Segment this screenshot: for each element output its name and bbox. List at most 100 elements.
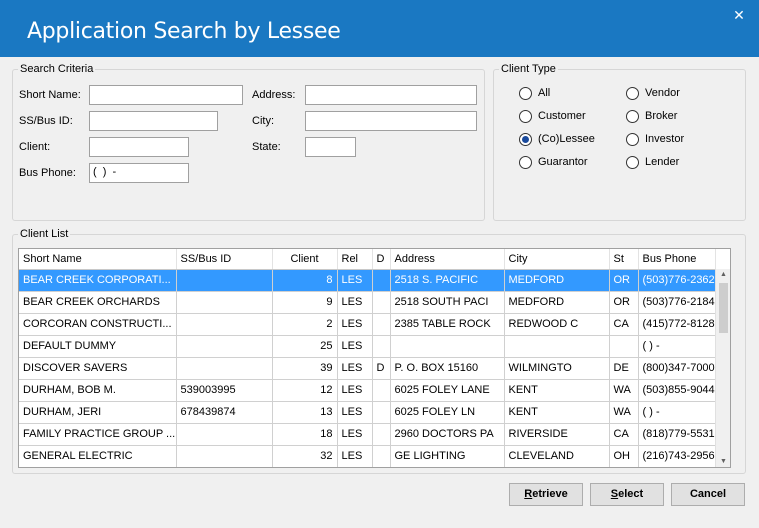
client-label: Client: (19, 141, 51, 153)
table-cell (372, 401, 391, 424)
radio-co-lessee[interactable]: (Co)Lessee (519, 131, 595, 147)
retrieve-label: etrieve (532, 488, 568, 500)
table-row[interactable]: BEAR CREEK CORPORATI... 8 LES 2518 S. PACIF… (19, 269, 716, 292)
column-header[interactable]: SS/Bus ID (176, 249, 273, 270)
table-cell: D (372, 357, 391, 380)
table-cell (372, 269, 391, 292)
city-label: City: (252, 115, 274, 127)
table-cell: LES (337, 269, 373, 292)
table-cell: LES (337, 401, 373, 424)
close-icon[interactable]: ✕ (729, 5, 749, 25)
client-list-legend: Client List (20, 228, 69, 240)
scroll-thumb[interactable] (719, 283, 728, 333)
search-criteria-legend: Search Criteria (20, 63, 94, 75)
table-cell (372, 335, 391, 358)
table-cell: OR (609, 291, 639, 314)
table-cell (176, 269, 273, 292)
table-cell (372, 313, 391, 336)
ss-bus-id-input[interactable] (89, 111, 218, 131)
short-name-input[interactable] (89, 85, 243, 105)
bus-phone-input[interactable]: ( ) - (89, 163, 189, 183)
radio-circle-icon (626, 109, 639, 123)
table-cell: GENERAL ELECTRIC (19, 445, 177, 467)
column-header[interactable]: City (504, 249, 610, 270)
vertical-scrollbar[interactable]: ▲ ▼ (715, 269, 730, 467)
radio-circle-icon (519, 86, 532, 100)
retrieve-button[interactable]: Retrieve (509, 483, 583, 506)
table-cell: (415)772-8128 (638, 313, 716, 336)
table-cell: 8 (272, 269, 338, 292)
column-header[interactable]: Client (272, 249, 338, 270)
table-cell: ( ) - (638, 335, 716, 358)
table-cell: ( ) - (638, 401, 716, 424)
table-cell: OH (609, 445, 639, 467)
table-row[interactable]: DURHAM, JERI 678439874 13 LES 6025 FOLEY LN K… (19, 401, 716, 424)
table-cell: CA (609, 313, 639, 336)
table-cell (176, 357, 273, 380)
table-cell: 9 (272, 291, 338, 314)
column-header[interactable]: St (609, 249, 639, 270)
address-input[interactable] (305, 85, 477, 105)
table-cell: 2518 SOUTH PACI (390, 291, 505, 314)
table-cell: (216)743-2956 (638, 445, 716, 467)
table-cell (372, 445, 391, 467)
radio-circle-icon (519, 109, 532, 123)
table-cell: CLEVELAND (504, 445, 610, 467)
column-header[interactable]: D (372, 249, 391, 270)
state-input[interactable] (305, 137, 356, 157)
title-bar: Application Search by Lessee ✕ (0, 0, 759, 57)
address-label: Address: (252, 89, 296, 101)
table-cell: 2 (272, 313, 338, 336)
radio-broker[interactable]: Broker (626, 108, 677, 124)
table-cell: LES (337, 379, 373, 402)
table-row[interactable]: DEFAULT DUMMY 25 LES ( ) - (19, 335, 716, 358)
ss-bus-id-label: SS/Bus ID: (19, 115, 73, 127)
column-header[interactable]: Rel (337, 249, 373, 270)
radio-lender[interactable]: Lender (626, 154, 679, 170)
table-cell (176, 313, 273, 336)
table-cell: (503)776-2362 (638, 269, 716, 292)
table-cell: LES (337, 423, 373, 446)
table-cell (609, 335, 639, 358)
radio-vendor[interactable]: Vendor (626, 85, 680, 101)
table-cell: 32 (272, 445, 338, 467)
client-list-grid[interactable]: Short Name SS/Bus ID Client Rel D Address City… (18, 248, 731, 468)
cancel-button[interactable]: Cancel (671, 483, 745, 506)
table-cell: LES (337, 335, 373, 358)
radio-circle-icon (626, 86, 639, 100)
window-title: Application Search by Lessee (27, 19, 341, 44)
column-header[interactable]: Bus Phone (638, 249, 716, 270)
table-cell: LES (337, 291, 373, 314)
column-header[interactable]: Short Name (19, 249, 177, 270)
radio-investor[interactable]: Investor (626, 131, 684, 147)
city-input[interactable] (305, 111, 477, 131)
table-cell: 13 (272, 401, 338, 424)
column-header[interactable]: Address (390, 249, 505, 270)
table-row[interactable]: GENERAL ELECTRIC 32 LES GE LIGHTING CLEVELAN… (19, 445, 716, 467)
radio-circle-icon (519, 132, 532, 146)
client-table: Short Name SS/Bus ID Client Rel D Address City… (19, 249, 716, 467)
scroll-up-icon[interactable]: ▲ (716, 271, 730, 278)
radio-guarantor[interactable]: Guarantor (519, 154, 588, 170)
bus-phone-label: Bus Phone: (19, 167, 76, 179)
radio-all[interactable]: All (519, 85, 550, 101)
table-row[interactable]: DURHAM, BOB M. 539003995 12 LES 6025 FOLEY L… (19, 379, 716, 402)
radio-label: Guarantor (538, 156, 588, 168)
table-cell: MEDFORD (504, 291, 610, 314)
client-type-legend: Client Type (501, 63, 556, 75)
state-label: State: (252, 141, 281, 153)
scroll-down-icon[interactable]: ▼ (716, 458, 730, 465)
radio-label: (Co)Lessee (538, 133, 595, 145)
table-row[interactable]: DISCOVER SAVERS 39 LES D P. O. BOX 15160 WILM… (19, 357, 716, 380)
table-row[interactable]: CORCORAN CONSTRUCTI... 2 LES 2385 TABLE ROC… (19, 313, 716, 336)
table-row[interactable]: FAMILY PRACTICE GROUP ... 18 LES 2960 DOCTO… (19, 423, 716, 446)
select-button[interactable]: Select (590, 483, 664, 506)
table-cell: BEAR CREEK CORPORATI... (19, 269, 177, 292)
radio-customer[interactable]: Customer (519, 108, 586, 124)
client-input[interactable] (89, 137, 189, 157)
table-row[interactable]: BEAR CREEK ORCHARDS 9 LES 2518 SOUTH PACI ME… (19, 291, 716, 314)
table-cell: RIVERSIDE (504, 423, 610, 446)
table-cell: REDWOOD C (504, 313, 610, 336)
radio-circle-icon (626, 132, 639, 146)
table-cell: GE LIGHTING (390, 445, 505, 467)
